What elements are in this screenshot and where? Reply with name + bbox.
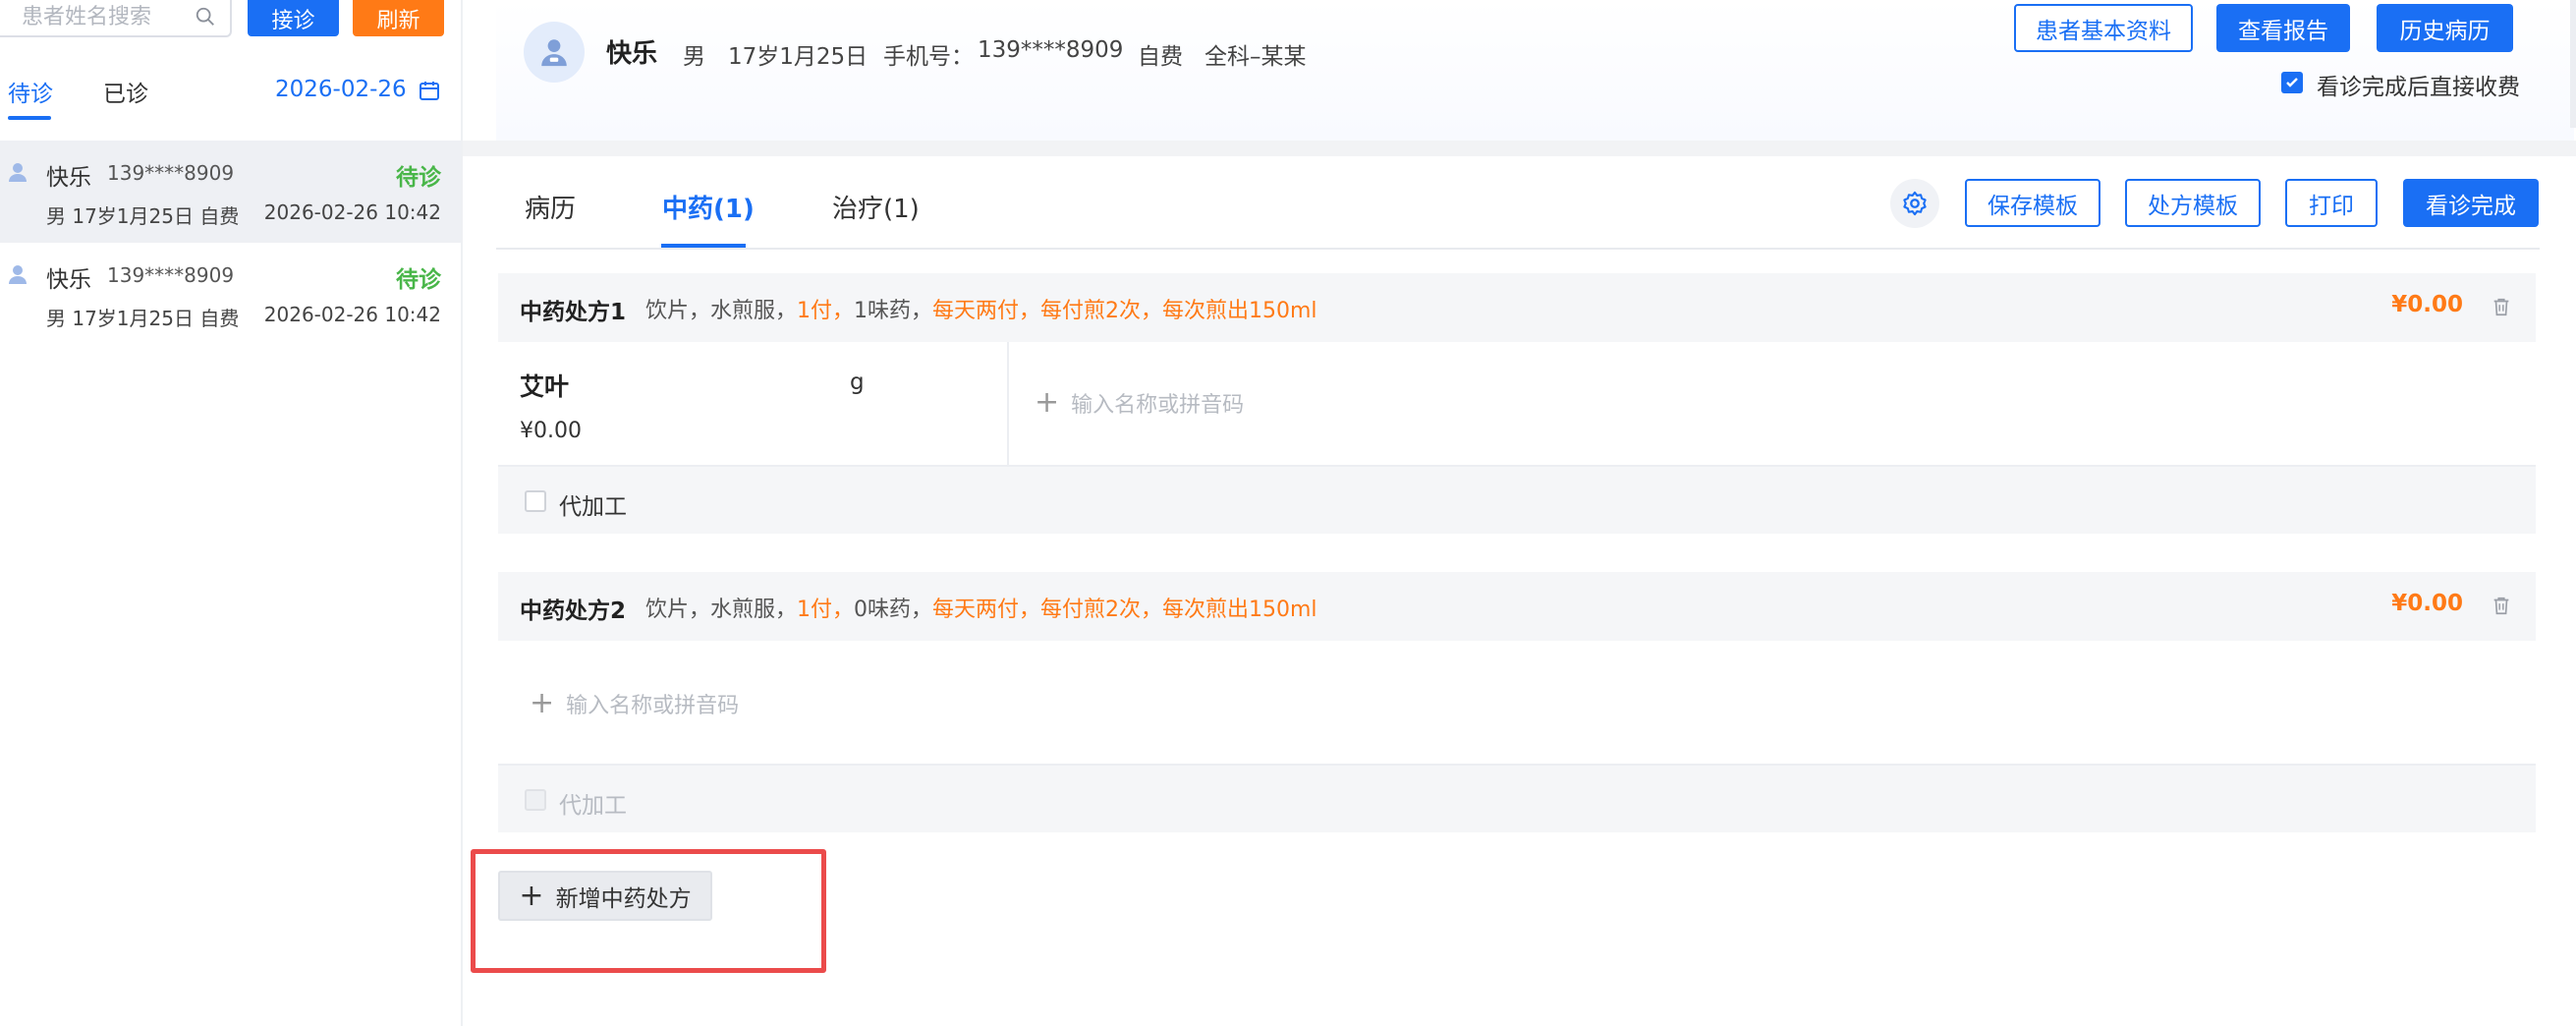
- process-label: 代加工: [559, 793, 627, 819]
- patient-avatar-icon: [9, 265, 27, 284]
- herb-name: 艾叶: [520, 372, 570, 401]
- patient-avatar: [524, 22, 585, 83]
- patient-age: 17岁1月25日: [728, 44, 868, 70]
- tab-active-indicator: [8, 116, 51, 120]
- prescription-usage[interactable]: 每天两付，每付煎2次，每次煎出150ml: [932, 299, 1317, 323]
- patient-time: 2026-02-26 10:42: [263, 303, 441, 326]
- patient-search-box[interactable]: [0, 0, 232, 37]
- process-checkbox[interactable]: [525, 789, 546, 811]
- patient-status: 待诊: [396, 165, 441, 191]
- herb-search-placeholder: 输入名称或拼音码: [566, 694, 740, 718]
- herb-price: ¥0.00: [520, 419, 582, 443]
- patient-phone: 139****8909: [107, 161, 235, 185]
- search-icon[interactable]: [195, 6, 216, 28]
- tab-waiting[interactable]: 待诊: [8, 75, 53, 108]
- settings-button[interactable]: [1890, 179, 1939, 228]
- patient-payment-type: 自费: [1138, 44, 1183, 70]
- patient-status: 待诊: [396, 267, 441, 293]
- prescription-dose-count[interactable]: 1付，: [797, 299, 854, 323]
- prescription-footer: 代加工: [498, 764, 2536, 832]
- finish-visit-button[interactable]: 看诊完成: [2403, 179, 2539, 227]
- patient-time: 2026-02-26 10:42: [263, 200, 441, 224]
- prescription-summary[interactable]: 饮片，水煎服，1付，1味药，每天两付，每付煎2次，每次煎出150ml: [645, 293, 1317, 324]
- patient-phone: 139****8909: [107, 263, 235, 287]
- patient-list-item[interactable]: 快乐 139****8909 待诊 男 17岁1月25日 自费 2026-02-…: [0, 243, 461, 345]
- prescription-herb-list: + 输入名称或拼音码: [498, 641, 2536, 764]
- process-label: 代加工: [559, 494, 627, 520]
- receive-button[interactable]: 接诊: [248, 0, 339, 36]
- patient-basic-info-button[interactable]: 患者基本资料: [2014, 4, 2193, 52]
- tab-medical-record[interactable]: 病历: [525, 189, 576, 225]
- calendar-icon[interactable]: [418, 79, 441, 102]
- patient-department: 全科–某某: [1204, 44, 1307, 70]
- prescription-summary[interactable]: 饮片，水煎服，1付，0味药，每天两付，每付煎2次，每次煎出150ml: [645, 592, 1317, 623]
- herb-search-placeholder: 输入名称或拼音码: [1071, 393, 1245, 418]
- patient-avatar-icon: [9, 163, 27, 182]
- herb-unit: g: [850, 370, 865, 395]
- prescription-footer: 代加工: [498, 465, 2536, 534]
- trash-icon[interactable]: [2491, 295, 2512, 318]
- prescription-price: ¥0.00: [2391, 591, 2463, 616]
- patient-info: 男 17岁1月25日 自费: [46, 204, 240, 228]
- patient-list-item[interactable]: 快乐 139****8909 待诊 男 17岁1月25日 自费 2026-02-…: [0, 141, 461, 243]
- header-divider: [463, 141, 2576, 156]
- herb-item[interactable]: 艾叶 g ¥0.00: [498, 342, 1009, 465]
- user-icon: [541, 39, 567, 67]
- trash-icon[interactable]: [2491, 594, 2512, 617]
- prescription-title: 中药处方2: [520, 598, 627, 624]
- add-herbal-prescription-label: 新增中药处方: [555, 885, 692, 912]
- gear-icon: [1903, 191, 1927, 216]
- prescription-herb-list: 艾叶 g ¥0.00 + 输入名称或拼音码: [498, 342, 2536, 465]
- herb-search-input[interactable]: + 输入名称或拼音码: [530, 688, 739, 719]
- plus-icon: +: [1035, 385, 1060, 420]
- patient-header-name: 快乐: [606, 39, 658, 69]
- auto-charge-label: 看诊完成后直接收费: [2317, 75, 2520, 100]
- patient-name: 快乐: [46, 267, 91, 293]
- add-herbal-prescription-button[interactable]: + 新增中药处方: [498, 871, 712, 921]
- visit-status-tabs: 待诊 已诊 2026-02-26: [0, 69, 463, 124]
- plus-icon: +: [530, 686, 555, 720]
- tab-herbal-medicine[interactable]: 中药(1): [662, 189, 755, 225]
- history-record-button[interactable]: 历史病历: [2377, 4, 2513, 52]
- save-template-button[interactable]: 保存模板: [1965, 179, 2100, 227]
- prescription-herb-count: 1味药，: [854, 299, 933, 323]
- patient-header-phone: 139****8909: [978, 37, 1124, 63]
- prescription-herb-count: 0味药，: [854, 598, 933, 622]
- herb-search-input[interactable]: + 输入名称或拼音码: [1035, 387, 1244, 419]
- patient-search-input[interactable]: [0, 0, 187, 33]
- app-root: 接诊 刷新 待诊 已诊 2026-02-26 快乐 139****8909 待诊…: [0, 0, 2576, 1026]
- tab-done[interactable]: 已诊: [103, 75, 148, 108]
- prescription-form: 饮片，水煎服，: [645, 598, 798, 622]
- plus-icon: +: [519, 878, 544, 913]
- prescription-header: 中药处方1 饮片，水煎服，1付，1味药，每天两付，每付煎2次，每次煎出150ml…: [498, 273, 2536, 342]
- view-report-button[interactable]: 查看报告: [2216, 4, 2350, 52]
- prescription-template-button[interactable]: 处方模板: [2125, 179, 2261, 227]
- print-button[interactable]: 打印: [2285, 179, 2378, 227]
- right-edge-divider: [2570, 0, 2576, 128]
- patient-list: 快乐 139****8909 待诊 男 17岁1月25日 自费 2026-02-…: [0, 141, 461, 345]
- date-filter[interactable]: 2026-02-26: [275, 77, 407, 102]
- prescription-title: 中药处方1: [520, 300, 627, 325]
- process-checkbox[interactable]: [525, 490, 546, 512]
- prescription-header: 中药处方2 饮片，水煎服，1付，0味药，每天两付，每付煎2次，每次煎出150ml…: [498, 572, 2536, 641]
- patient-info: 男 17岁1月25日 自费: [46, 307, 240, 330]
- auto-charge-checkbox[interactable]: [2281, 72, 2303, 93]
- tab-treatment[interactable]: 治疗(1): [832, 189, 920, 225]
- prescription-price: ¥0.00: [2391, 292, 2463, 317]
- refresh-button[interactable]: 刷新: [353, 0, 444, 36]
- check-icon: [2286, 78, 2298, 87]
- prescription-form: 饮片，水煎服，: [645, 299, 798, 323]
- patient-list-panel: 接诊 刷新 待诊 已诊 2026-02-26 快乐 139****8909 待诊…: [0, 0, 463, 1026]
- prescription-usage[interactable]: 每天两付，每付煎2次，每次煎出150ml: [932, 598, 1317, 622]
- patient-gender: 男: [683, 44, 705, 70]
- prescription-dose-count[interactable]: 1付，: [797, 598, 854, 622]
- main-tab-divider: [496, 248, 2540, 250]
- patient-name: 快乐: [46, 165, 91, 191]
- patient-phone-label: 手机号：: [883, 44, 974, 70]
